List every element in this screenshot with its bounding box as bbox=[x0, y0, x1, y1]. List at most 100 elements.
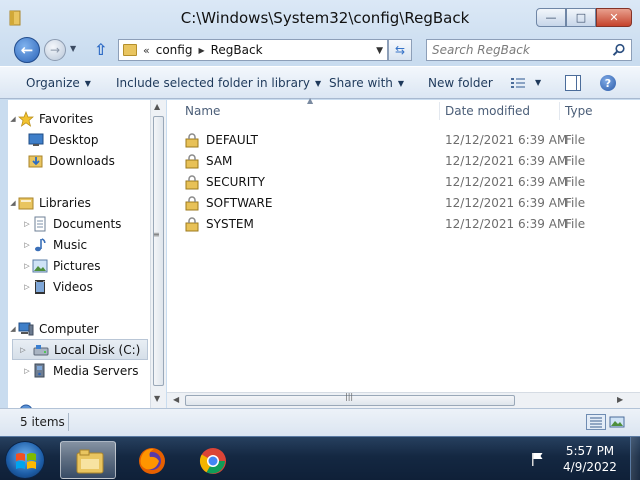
file-name: DEFAULT bbox=[206, 133, 258, 147]
nav-pane-scrollbar[interactable]: ▲ ≡ ▼ bbox=[150, 100, 166, 408]
search-box[interactable] bbox=[426, 39, 632, 61]
status-divider bbox=[68, 413, 69, 431]
hard-drive-icon bbox=[33, 342, 49, 358]
organize-button[interactable]: Organize ▼ bbox=[26, 76, 91, 90]
file-explorer-icon bbox=[76, 449, 104, 474]
content-horizontal-scrollbar[interactable]: ◀ ||| ▶ bbox=[167, 392, 640, 408]
refresh-button[interactable]: ⇆ bbox=[388, 39, 412, 61]
close-button[interactable]: ✕ bbox=[596, 8, 632, 27]
new-folder-label: New folder bbox=[428, 76, 493, 90]
collapse-icon[interactable]: ◢ bbox=[8, 199, 18, 207]
libraries-icon bbox=[18, 195, 34, 211]
scroll-right-icon[interactable]: ▶ bbox=[617, 395, 623, 404]
nav-item-media-servers[interactable]: ▷ Media Servers bbox=[22, 360, 138, 381]
search-input[interactable] bbox=[427, 40, 607, 60]
up-button[interactable]: ⇧ bbox=[94, 40, 112, 60]
breadcrumb-overflow[interactable]: « bbox=[143, 44, 150, 57]
sort-ascending-icon: ▲ bbox=[307, 96, 314, 105]
nav-label-pictures: Pictures bbox=[53, 258, 101, 273]
taskbar-firefox-button[interactable] bbox=[123, 441, 179, 479]
column-divider[interactable] bbox=[439, 102, 440, 120]
file-row[interactable]: SOFTWARE 12/12/2021 6:39 AM File bbox=[167, 193, 640, 214]
breadcrumb-config[interactable]: config bbox=[156, 43, 193, 57]
expand-icon[interactable]: ▷ bbox=[22, 262, 32, 270]
column-divider[interactable] bbox=[559, 102, 560, 120]
expand-icon[interactable]: ▷ bbox=[13, 346, 33, 354]
taskbar-explorer-button[interactable] bbox=[60, 441, 116, 479]
nav-item-network-partial[interactable]: ◢ bbox=[8, 400, 39, 408]
chevron-down-icon: ▼ bbox=[84, 79, 91, 88]
include-label: Include selected folder in library bbox=[116, 76, 310, 90]
share-with-button[interactable]: Share with ▼ bbox=[329, 76, 404, 90]
nav-item-music[interactable]: ▷ Music bbox=[22, 234, 87, 255]
scroll-left-icon[interactable]: ◀ bbox=[173, 395, 179, 404]
back-button[interactable]: ← bbox=[14, 37, 40, 63]
taskbar: 5:57 PM 4/9/2022 bbox=[0, 436, 640, 480]
nav-item-pictures[interactable]: ▷ Pictures bbox=[22, 255, 101, 276]
search-icon[interactable] bbox=[612, 43, 626, 57]
file-row[interactable]: SECURITY 12/12/2021 6:39 AM File bbox=[167, 172, 640, 193]
change-view-icon[interactable] bbox=[510, 76, 526, 90]
preview-pane-icon[interactable] bbox=[565, 75, 581, 91]
nav-item-downloads[interactable]: Downloads bbox=[28, 150, 115, 171]
expand-icon[interactable]: ▷ bbox=[22, 283, 32, 291]
column-header-type[interactable]: Type bbox=[565, 104, 593, 118]
nav-item-local-disk[interactable]: ▷ Local Disk (C:) bbox=[12, 339, 148, 360]
collapse-icon[interactable]: ◢ bbox=[8, 325, 18, 333]
breadcrumb-regback[interactable]: RegBack bbox=[211, 43, 263, 57]
file-row[interactable]: DEFAULT 12/12/2021 6:39 AM File bbox=[167, 130, 640, 151]
system-clock[interactable]: 5:57 PM 4/9/2022 bbox=[560, 443, 620, 475]
clock-date: 4/9/2022 bbox=[563, 460, 617, 474]
column-header-date-modified[interactable]: Date modified bbox=[445, 104, 530, 118]
explorer-window: C:\Windows\System32\config\RegBack — □ ✕… bbox=[0, 0, 640, 436]
include-in-library-button[interactable]: Include selected folder in library ▼ bbox=[116, 76, 321, 90]
title-bar[interactable]: C:\Windows\System32\config\RegBack — □ ✕ bbox=[0, 0, 640, 36]
nav-item-documents[interactable]: ▷ Documents bbox=[22, 213, 121, 234]
address-bar[interactable]: « config ▶ RegBack ▼ bbox=[118, 39, 388, 61]
column-header-name[interactable]: Name bbox=[185, 104, 220, 118]
nav-item-desktop[interactable]: Desktop bbox=[28, 129, 99, 150]
expand-icon[interactable]: ▷ bbox=[22, 220, 32, 228]
navigation-pane[interactable]: ◢ Favorites Desktop Downloads ◢ Librarie… bbox=[8, 100, 150, 408]
scroll-up-icon[interactable]: ▲ bbox=[154, 102, 160, 111]
window-controls: — □ ✕ bbox=[536, 8, 632, 27]
desktop-icon bbox=[28, 132, 44, 148]
start-button[interactable] bbox=[5, 441, 45, 479]
file-list[interactable]: Name ▲ Date modified Type DEFAULT 12/12/… bbox=[167, 96, 640, 392]
collapse-icon[interactable]: ◢ bbox=[8, 115, 18, 123]
nav-label-libraries: Libraries bbox=[39, 195, 91, 210]
file-lock-icon bbox=[185, 154, 199, 169]
address-dropdown-icon[interactable]: ▼ bbox=[376, 46, 383, 56]
scroll-down-icon[interactable]: ▼ bbox=[154, 394, 160, 403]
taskbar-chrome-button[interactable] bbox=[184, 441, 240, 479]
show-desktop-button[interactable] bbox=[630, 437, 640, 480]
minimize-button[interactable]: — bbox=[536, 8, 566, 27]
large-icons-view-icon[interactable] bbox=[608, 414, 626, 430]
grip-icon: ||| bbox=[345, 392, 354, 401]
expand-icon[interactable]: ▷ bbox=[22, 241, 32, 249]
documents-icon bbox=[32, 216, 48, 232]
pictures-icon bbox=[32, 258, 48, 274]
file-row[interactable]: SYSTEM 12/12/2021 6:39 AM File bbox=[167, 214, 640, 235]
details-view-button[interactable] bbox=[586, 414, 606, 430]
breadcrumb-separator-icon[interactable]: ▶ bbox=[198, 46, 204, 55]
nav-item-favorites[interactable]: ◢ Favorites bbox=[8, 108, 93, 129]
view-options-dropdown-icon[interactable]: ▼ bbox=[535, 78, 541, 87]
file-row[interactable]: SAM 12/12/2021 6:39 AM File bbox=[167, 151, 640, 172]
expand-icon[interactable]: ▷ bbox=[22, 367, 32, 375]
help-icon[interactable]: ? bbox=[600, 75, 616, 91]
action-center-flag-icon[interactable] bbox=[530, 451, 546, 467]
new-folder-button[interactable]: New folder bbox=[428, 76, 493, 90]
nav-scrollbar-thumb[interactable] bbox=[153, 116, 164, 386]
star-icon bbox=[18, 110, 34, 127]
nav-item-computer[interactable]: ◢ Computer bbox=[8, 318, 98, 339]
nav-item-libraries[interactable]: ◢ Libraries bbox=[8, 192, 91, 213]
file-date: 12/12/2021 6:39 AM bbox=[445, 196, 568, 210]
nav-item-videos[interactable]: ▷ Videos bbox=[22, 276, 93, 297]
recent-pages-dropdown[interactable]: ▼ bbox=[70, 44, 76, 53]
forward-button[interactable]: → bbox=[44, 39, 66, 61]
share-label: Share with bbox=[329, 76, 393, 90]
address-row: ← → ▼ ⇧ « config ▶ RegBack ▼ ⇆ bbox=[0, 36, 640, 64]
maximize-button[interactable]: □ bbox=[566, 8, 596, 27]
forward-arrow-icon: → bbox=[49, 43, 61, 57]
